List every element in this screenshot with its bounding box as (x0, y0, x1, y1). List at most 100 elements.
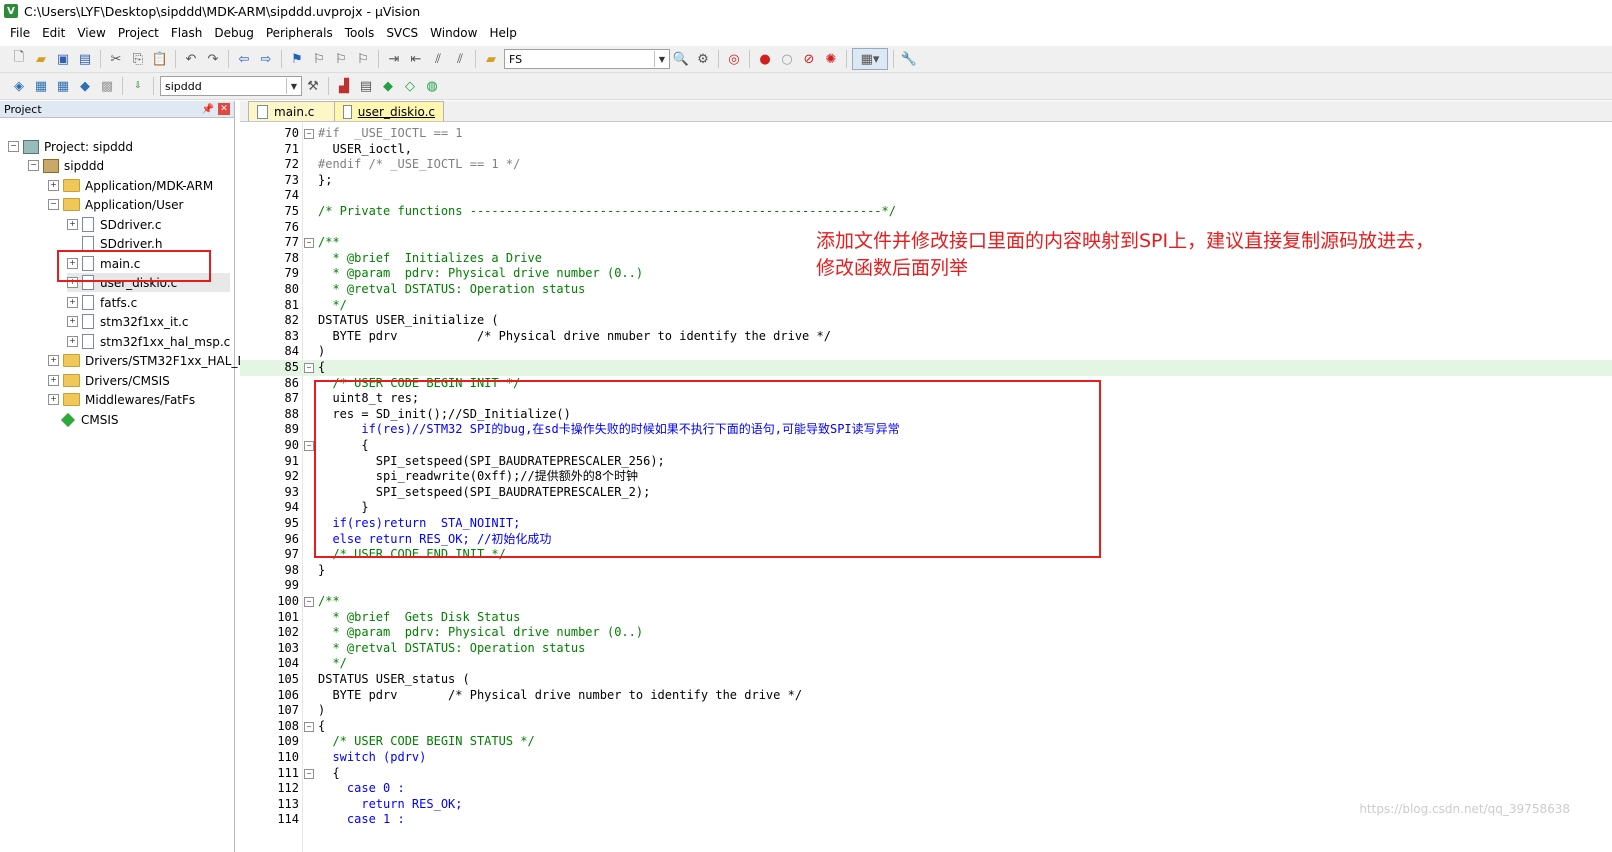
menu-tools[interactable]: Tools (339, 26, 381, 40)
tree-node-file[interactable]: + stm32f1xx_it.c (67, 312, 188, 331)
menu-flash[interactable]: Flash (165, 26, 208, 40)
fold-toggle-icon[interactable]: − (304, 768, 314, 779)
pin-icon[interactable]: 📌 (202, 104, 214, 115)
batch-build-icon[interactable]: ◆ (75, 76, 95, 96)
expand-icon[interactable]: + (67, 316, 78, 327)
chevron-down-icon[interactable]: ▼ (654, 51, 669, 67)
code-text: DSTATUS USER_initialize ( (318, 313, 499, 328)
manage-components-icon[interactable]: ▤ (356, 76, 376, 96)
find-icon[interactable]: 🔍 (671, 49, 691, 69)
paste-icon[interactable]: 📋 (150, 49, 170, 69)
menu-edit[interactable]: Edit (36, 26, 71, 40)
indent-icon[interactable]: ⇥ (384, 49, 404, 69)
fold-toggle-icon[interactable]: − (304, 363, 314, 373)
expand-icon[interactable]: + (48, 180, 59, 191)
expand-icon[interactable]: + (48, 375, 59, 386)
fold-toggle-icon[interactable]: − (304, 721, 314, 732)
code-text: * @brief Initializes a Drive (318, 250, 542, 265)
menu-view[interactable]: View (71, 26, 111, 40)
fold-toggle-icon[interactable]: − (304, 238, 314, 249)
tab-user-diskio-c[interactable]: user_diskio.c (334, 101, 444, 121)
undo-icon[interactable]: ↶ (181, 49, 201, 69)
bookmark-clear-icon[interactable]: ⚐ (353, 49, 373, 69)
tree-node-group[interactable]: + Drivers/STM32F1xx_HAL_Driv (48, 351, 262, 370)
line-number: 100 (277, 594, 299, 608)
c-file-icon (82, 314, 94, 329)
find-in-files-icon[interactable]: ▰ (481, 49, 501, 69)
tree-node-project[interactable]: − Project: sipddd (8, 137, 133, 156)
menu-project[interactable]: Project (112, 26, 165, 40)
uncomment-icon[interactable]: ⫽ (450, 49, 470, 69)
tree-node-group[interactable]: + Drivers/CMSIS (48, 371, 170, 390)
menu-peripherals[interactable]: Peripherals (260, 26, 339, 40)
tree-node-group[interactable]: + Application/MDK-ARM (48, 176, 213, 195)
bookmark-next-icon[interactable]: ⚐ (331, 49, 351, 69)
tab-main-c[interactable]: main.c (248, 101, 338, 121)
tree-node-component[interactable]: CMSIS (60, 410, 119, 429)
redo-icon[interactable]: ↷ (203, 49, 223, 69)
new-file-icon[interactable]: 🗋 (9, 49, 29, 69)
incremental-find-icon[interactable]: ⚙ (693, 49, 713, 69)
title-bar: V C:\Users\LYF\Desktop\sipddd\MDK-ARM\si… (0, 0, 1612, 22)
comment-icon[interactable]: ⫽ (428, 49, 448, 69)
menu-help[interactable]: Help (483, 26, 522, 40)
open-folder-icon[interactable]: ▰ (31, 49, 51, 69)
expand-icon[interactable]: + (67, 219, 78, 230)
copy-icon[interactable]: ⎘ (128, 49, 148, 69)
line-number: 113 (277, 796, 299, 811)
select-packs-icon[interactable]: ◇ (400, 76, 420, 96)
target-select[interactable]: sipddd ▼ (160, 76, 302, 96)
fold-toggle-icon[interactable]: − (304, 441, 314, 451)
bookmark-toggle-icon[interactable]: ⚑ (287, 49, 307, 69)
stop-build-icon[interactable]: ▩ (97, 76, 117, 96)
menu-debug[interactable]: Debug (208, 26, 259, 40)
tree-node-file[interactable]: + stm32f1xx_hal_msp.c (67, 332, 230, 351)
target-options-icon[interactable]: ⚒ (303, 76, 323, 96)
expand-icon[interactable]: + (48, 355, 59, 366)
tree-node-target[interactable]: − sipddd (28, 156, 104, 175)
menu-svcs[interactable]: SVCS (380, 26, 424, 40)
save-all-icon[interactable]: ▤ (75, 49, 95, 69)
breakpoint-disable-all-icon[interactable]: ⊘ (799, 49, 819, 69)
save-icon[interactable]: ▣ (53, 49, 73, 69)
code-line: 71 USER_ioctl, (240, 142, 1612, 158)
menu-file[interactable]: File (4, 26, 36, 40)
navigate-forward-icon[interactable]: ⇨ (256, 49, 276, 69)
pack-installer-icon[interactable]: ◆ (378, 76, 398, 96)
expand-icon[interactable]: + (48, 394, 59, 405)
breakpoint-enable-icon[interactable]: ○ (777, 49, 797, 69)
translate-icon[interactable]: ◈ (9, 76, 29, 96)
cut-icon[interactable]: ✂ (106, 49, 126, 69)
rebuild-icon[interactable]: ▦ (53, 76, 73, 96)
collapse-icon[interactable]: − (48, 199, 59, 210)
breakpoint-insert-icon[interactable]: ● (755, 49, 775, 69)
tree-node-group[interactable]: − Application/User (48, 195, 183, 214)
configure-wrench-icon[interactable]: 🔧 (899, 49, 919, 69)
window-layout-icon[interactable]: ▦▾ (852, 48, 888, 70)
find-combo[interactable]: FS ▼ (504, 49, 670, 69)
breakpoint-kill-all-icon[interactable]: ✺ (821, 49, 841, 69)
collapse-icon[interactable]: − (28, 160, 39, 171)
run-time-environment-icon[interactable]: ◍ (422, 76, 442, 96)
tree-node-label: Application/User (85, 197, 184, 212)
build-icon[interactable]: ▦ (31, 76, 51, 96)
tree-node-group[interactable]: + Middlewares/FatFs (48, 390, 195, 409)
expand-icon[interactable]: + (67, 297, 78, 308)
tree-node-file[interactable]: + SDdriver.c (67, 215, 161, 234)
menu-window[interactable]: Window (424, 26, 483, 40)
fold-toggle-icon[interactable]: − (304, 597, 314, 607)
navigate-back-icon[interactable]: ⇦ (234, 49, 254, 69)
unindent-icon[interactable]: ⇤ (406, 49, 426, 69)
close-icon[interactable]: ✕ (218, 103, 230, 115)
code-line: 101 * @brief Gets Disk Status (240, 610, 1612, 626)
bookmark-prev-icon[interactable]: ⚐ (309, 49, 329, 69)
debug-session-icon[interactable]: ◎ (724, 49, 744, 69)
file-extensions-icon[interactable]: ▟ (334, 76, 354, 96)
expand-icon[interactable]: + (67, 336, 78, 347)
fold-toggle-icon[interactable]: − (304, 129, 314, 139)
collapse-icon[interactable]: − (8, 141, 19, 152)
tree-node-file[interactable]: + fatfs.c (67, 293, 137, 312)
download-load-icon[interactable]: ⇩ (128, 76, 148, 96)
chevron-down-icon[interactable]: ▼ (286, 78, 301, 94)
code-line: 104 */ (240, 656, 1612, 672)
